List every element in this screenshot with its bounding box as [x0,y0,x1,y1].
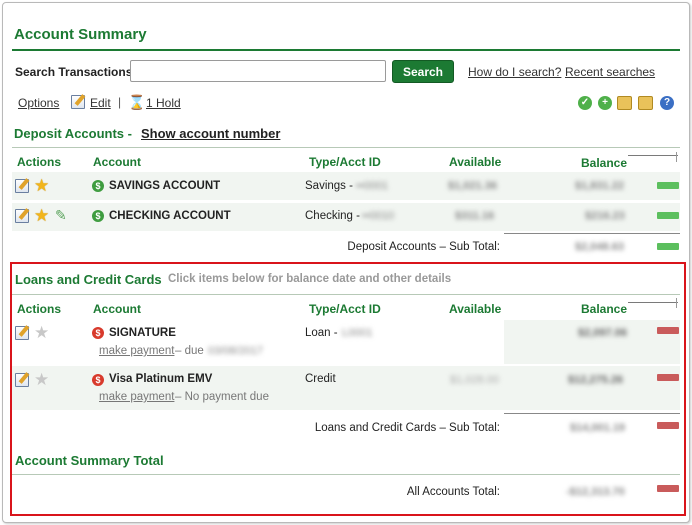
show-account-number-link[interactable]: Show account number [141,126,280,141]
col-type: Type/Acct ID [309,302,381,316]
deposit-section-title: Deposit Accounts - [14,126,132,141]
balance-amount: $1,831.22 [575,180,624,192]
summary-total-title: Account Summary Total [15,453,164,468]
subtotal-divider [504,413,680,414]
balance-scale-tick [676,298,677,308]
account-id: L0001 [342,327,373,339]
hold-link[interactable]: 1 Hold [146,96,181,110]
search-input[interactable] [130,60,386,82]
subtotal-bar [657,422,679,429]
dollar-icon: $ [92,180,104,192]
account-type: Checking - [305,210,360,222]
how-to-search-link[interactable]: How do I search? [468,65,561,79]
deposit-subtotal-label: Deposit Accounts – Sub Total: [347,241,500,253]
loans-subtotal-amount: $14,001.19 [570,422,626,434]
help-icon[interactable]: ? [660,96,674,110]
account-id: ••0001 [356,180,389,192]
account-name[interactable]: SAVINGS ACCOUNT [109,180,220,192]
col-actions: Actions [17,302,62,316]
favorite-star-icon[interactable]: ★ [34,324,49,341]
subtotal-bar [657,243,679,250]
col-account: Account [93,155,141,169]
account-name[interactable]: CHECKING ACCOUNT [109,210,231,222]
balance-scale-tick [676,152,677,162]
make-payment-link[interactable]: make payment [99,345,174,357]
hourglass-icon: ⌛ [128,94,146,110]
summary-divider [12,474,680,475]
edit-icon[interactable] [15,209,29,223]
deposit-divider [12,147,680,148]
all-accounts-total-amount: -$12,313.70 [566,486,625,498]
edit-link[interactable]: Edit [90,96,111,110]
dollar-icon: $ [92,327,104,339]
dollar-icon: $ [92,210,104,222]
account-type: Savings - [305,180,353,192]
favorite-star-icon[interactable]: ★ [34,177,49,194]
check-icon[interactable]: ✓ [578,96,592,110]
page-title: Account Summary [14,26,147,43]
col-balance: Balance [581,302,628,316]
balance-scale-line [628,155,678,156]
transfer-icon[interactable]: ✎ [55,207,67,224]
loans-section-subtitle: Click items below for balance date and o… [168,273,452,285]
payment-note: – due [175,345,204,357]
available-amount: $311.16 [455,210,495,222]
payment-note: – No payment due [175,391,269,403]
col-balance: Balance [581,156,628,170]
balance-amount: $216.23 [585,210,625,222]
edit-icon[interactable] [15,326,29,340]
account-type: Loan - [305,327,338,339]
col-available: Available [449,302,502,316]
balance-bar [657,327,679,334]
add-icon[interactable]: + [598,96,612,110]
col-type: Type/Acct ID [309,155,381,169]
title-divider [12,49,680,51]
loans-divider [12,294,680,295]
balance-scale-line [628,302,678,303]
account-name[interactable]: SIGNATURE [109,327,176,339]
edit-icon[interactable] [15,373,29,387]
col-available: Available [449,155,502,169]
loans-subtotal-label: Loans and Credit Cards – Sub Total: [314,422,500,434]
account-id: ••0010 [362,210,395,222]
deposit-subtotal-amount: $2,048.63 [575,241,624,253]
dollar-icon: $ [92,374,104,386]
edit-icon[interactable] [15,179,29,193]
toolbar-separator: | [118,95,122,109]
account-type: Credit [305,373,336,385]
balance-bar [657,182,679,189]
account-name[interactable]: Visa Platinum EMV [109,373,212,385]
favorite-star-icon[interactable]: ★ [34,207,49,224]
subtotal-divider [504,233,680,234]
due-date: 03/08/2017 [208,345,264,357]
box-add-icon[interactable] [638,96,653,110]
loans-section-title: Loans and Credit Cards [15,272,162,287]
col-account: Account [93,302,141,316]
favorite-star-icon[interactable]: ★ [34,371,49,388]
available-amount: $1,028.00 [450,374,499,386]
search-label: Search Transactions: [15,65,137,79]
all-accounts-total-label: All Accounts Total: [406,486,500,498]
col-actions: Actions [17,155,62,169]
recent-searches-link[interactable]: Recent searches [565,65,655,79]
balance-bar [657,212,679,219]
balance-bar [657,374,679,381]
make-payment-link[interactable]: make payment [99,391,174,403]
box-icon[interactable] [617,96,632,110]
available-amount: $1,021.36 [448,180,497,192]
search-button[interactable]: Search [392,60,454,83]
balance-amount: $2,097.06 [578,327,627,339]
edit-icon[interactable] [71,95,85,109]
total-bar [657,485,679,492]
options-link[interactable]: Options [18,96,59,110]
balance-amount: $12,275.26 [568,374,624,386]
